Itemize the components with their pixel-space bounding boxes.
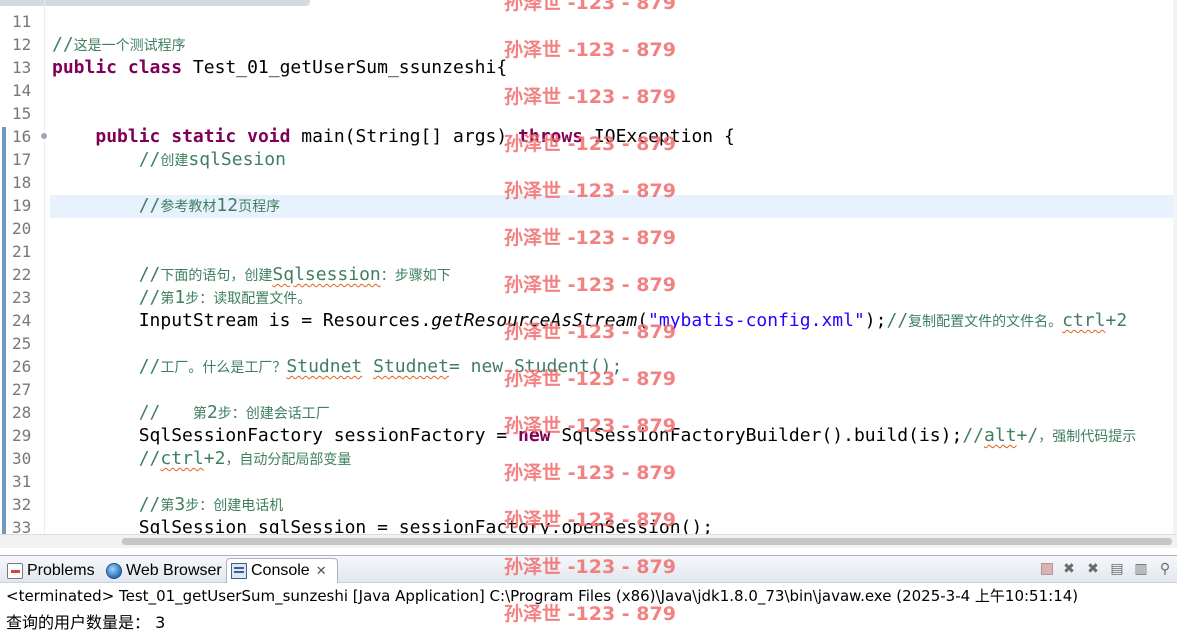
code-text: public class Test_01_getUserSum_ssunzesh… xyxy=(52,57,508,78)
code-line: 31 xyxy=(0,470,1177,493)
line-number: 18 xyxy=(12,173,32,192)
line-number: 32 xyxy=(12,495,32,514)
code-text: //ctrl+2，自动分配局部变量 xyxy=(138,448,352,469)
code-line: 15 xyxy=(0,102,1177,125)
scroll-lock-icon[interactable]: ▥ xyxy=(1133,561,1149,577)
remove-all-terminated-icon[interactable]: ✖ xyxy=(1085,561,1101,577)
line-number: 23 xyxy=(12,288,32,307)
code-text: public static void main(String[] args) t… xyxy=(95,126,735,147)
code-line: 18 xyxy=(0,171,1177,194)
code-text: SqlSessionFactory sessionFactory = new S… xyxy=(52,425,1137,446)
console-icon xyxy=(231,563,247,579)
line-number: 19 xyxy=(12,196,32,215)
line-number: 21 xyxy=(12,242,32,261)
code-line: 17 //创建sqlSesion xyxy=(0,148,1177,171)
line-number: 11 xyxy=(12,12,32,31)
line-number: 30 xyxy=(12,449,32,468)
close-icon[interactable]: ✕ xyxy=(316,563,327,579)
tab-web-browser-label: Web Browser xyxy=(126,561,222,579)
line-number: 29 xyxy=(12,426,32,445)
line-number: 16 xyxy=(12,127,32,146)
console-panel: Problems Web Browser Console ✕ ✖ ✖ ▤ ▥ ⚲… xyxy=(0,555,1177,633)
code-line: 28 // 第2步：创建会话工厂 xyxy=(0,401,1177,424)
code-text: //下面的语句，创建Sqlsession：步骤如下 xyxy=(138,264,451,285)
code-line: 29 SqlSessionFactory sessionFactory = ne… xyxy=(0,424,1177,447)
line-number: 13 xyxy=(12,58,32,77)
terminate-icon[interactable] xyxy=(1041,563,1053,575)
line-number: 15 xyxy=(12,104,32,123)
code-line: 21 xyxy=(0,240,1177,263)
code-line: 16 public static void main(String[] args… xyxy=(0,125,1177,148)
line-number: 27 xyxy=(12,380,32,399)
line-number: 12 xyxy=(12,35,32,54)
code-line: 32 //第3步：创建电话机 xyxy=(0,493,1177,516)
code-line: 30 //ctrl+2，自动分配局部变量 xyxy=(0,447,1177,470)
code-line: 19 //参考教材12页程序 xyxy=(0,194,1177,217)
code-line: 25 xyxy=(0,332,1177,355)
problems-icon xyxy=(7,562,23,579)
code-line: 23 //第1步：读取配置文件。 xyxy=(0,286,1177,309)
code-text: // 第2步：创建会话工厂 xyxy=(138,402,330,423)
code-line: 20 xyxy=(0,217,1177,240)
code-text: //创建sqlSesion xyxy=(138,149,286,170)
line-number: 14 xyxy=(12,81,32,100)
horizontal-scrollbar-thumb[interactable] xyxy=(122,538,1172,545)
code-text: //工厂。什么是工厂？Studnet Studnet= new Student(… xyxy=(138,356,623,377)
console-toolbar: ✖ ✖ ▤ ▥ ⚲ xyxy=(1041,561,1173,577)
code-line: 26 //工厂。什么是工厂？Studnet Studnet= new Stude… xyxy=(0,355,1177,378)
line-number: 17 xyxy=(12,150,32,169)
tab-problems-label: Problems xyxy=(27,561,95,579)
line-number: 26 xyxy=(12,357,32,376)
code-line: 11 xyxy=(0,10,1177,33)
code-line: 14 xyxy=(0,79,1177,102)
line-number: 31 xyxy=(12,472,32,491)
remove-launch-icon[interactable]: ✖ xyxy=(1061,561,1077,577)
tab-console-label: Console xyxy=(251,562,310,579)
code-editor[interactable]: 11 12 //这是一个测试程序 13 public class Test_01_get… xyxy=(0,0,1177,548)
globe-icon xyxy=(106,562,122,579)
code-text: //参考教材12页程序 xyxy=(138,195,281,216)
console-status-line: <terminated> Test_01_getUserSum_sunzeshi… xyxy=(6,587,1079,605)
code-line: 24 InputStream is = Resources.getResourc… xyxy=(0,309,1177,332)
horizontal-scrollbar[interactable] xyxy=(0,534,1177,548)
pin-console-icon[interactable]: ⚲ xyxy=(1157,561,1173,577)
line-number: 25 xyxy=(12,334,32,353)
code-text: //第1步：读取配置文件。 xyxy=(138,287,312,308)
panel-tab-bar: Problems Web Browser Console ✕ ✖ ✖ ▤ ▥ ⚲ xyxy=(0,556,1177,583)
code-text: //第3步：创建电话机 xyxy=(138,494,284,515)
code-line: 13 public class Test_01_getUserSum_ssunze… xyxy=(0,56,1177,79)
editor-title-tab-fragment xyxy=(0,0,310,6)
fold-toggle-icon[interactable] xyxy=(41,133,47,139)
code-text: //这是一个测试程序 xyxy=(52,34,186,55)
code-lines: 11 12 //这是一个测试程序 13 public class Test_01_get… xyxy=(0,10,1177,539)
line-number: 20 xyxy=(12,219,32,238)
code-line: 22 //下面的语句，创建Sqlsession：步骤如下 xyxy=(0,263,1177,286)
console-output-line: 查询的用户数量是： 3 xyxy=(6,613,166,632)
line-number: 22 xyxy=(12,265,32,284)
line-number: 24 xyxy=(12,311,32,330)
vertical-scrollbar[interactable] xyxy=(1173,0,1177,534)
tab-console[interactable]: Console ✕ xyxy=(226,558,338,583)
code-text: InputStream is = Resources.getResourceAs… xyxy=(52,310,1128,331)
code-line: 12 //这是一个测试程序 xyxy=(0,33,1177,56)
clear-console-icon[interactable]: ▤ xyxy=(1109,561,1125,577)
code-line: 27 xyxy=(0,378,1177,401)
tab-web-browser[interactable]: Web Browser xyxy=(102,558,222,583)
tab-problems[interactable]: Problems xyxy=(3,558,95,583)
line-number: 28 xyxy=(12,403,32,422)
